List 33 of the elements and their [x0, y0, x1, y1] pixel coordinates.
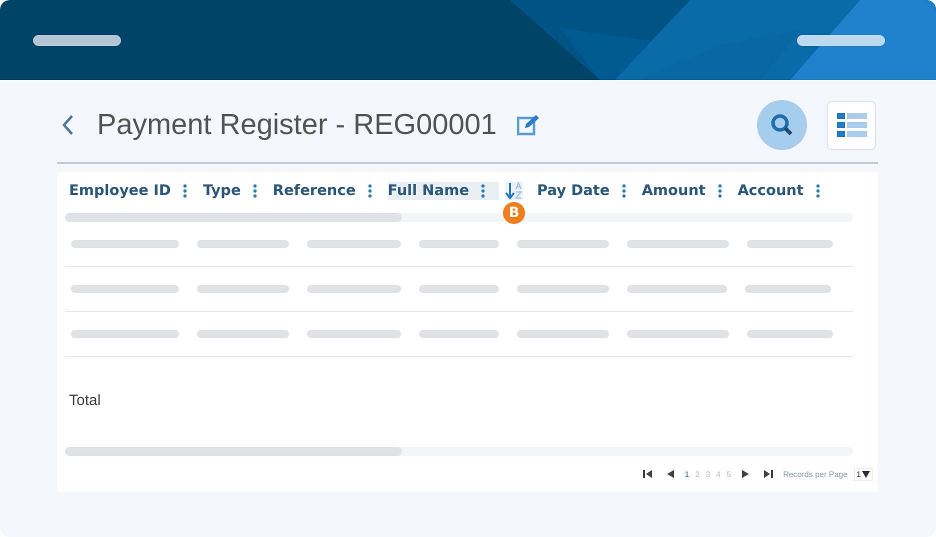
- search-button[interactable]: [757, 100, 807, 150]
- more-icon[interactable]: [182, 184, 187, 198]
- column-header[interactable]: Type: [202, 182, 241, 200]
- more-icon[interactable]: [481, 184, 486, 198]
- column-header[interactable]: Employee ID: [69, 182, 171, 200]
- column-header[interactable]: Account: [738, 182, 804, 200]
- first-page-icon[interactable]: [642, 470, 652, 478]
- back-button[interactable]: [61, 114, 75, 136]
- more-icon[interactable]: [622, 184, 626, 198]
- last-page-icon[interactable]: [764, 470, 774, 478]
- more-icon[interactable]: [816, 184, 820, 198]
- page-link[interactable]: 1: [684, 470, 690, 478]
- list-view-button[interactable]: [827, 100, 876, 150]
- sort-icon[interactable]: [505, 182, 524, 200]
- caret-icon: [862, 470, 870, 478]
- previous-page-icon[interactable]: [666, 470, 675, 478]
- badge: B: [503, 202, 526, 224]
- list-icon: [836, 113, 866, 137]
- search-icon: [770, 113, 794, 137]
- page-size-select[interactable]: 1: [854, 468, 873, 480]
- more-icon[interactable]: [718, 184, 722, 198]
- scrollbar[interactable]: [65, 447, 853, 456]
- records-per-page-label: Records per Page: [783, 470, 848, 478]
- edit-icon[interactable]: [516, 114, 541, 136]
- more-icon[interactable]: [252, 184, 257, 198]
- total-label: Total: [68, 391, 102, 411]
- column-header[interactable]: Pay Date: [537, 182, 610, 200]
- next-page-icon[interactable]: [741, 470, 750, 478]
- more-icon[interactable]: [368, 184, 372, 198]
- page-title: Payment Register - REG00001: [97, 108, 497, 142]
- column-header[interactable]: Full Name: [388, 182, 500, 200]
- column-header[interactable]: Reference: [272, 182, 356, 200]
- column-header[interactable]: Amount: [642, 182, 706, 200]
